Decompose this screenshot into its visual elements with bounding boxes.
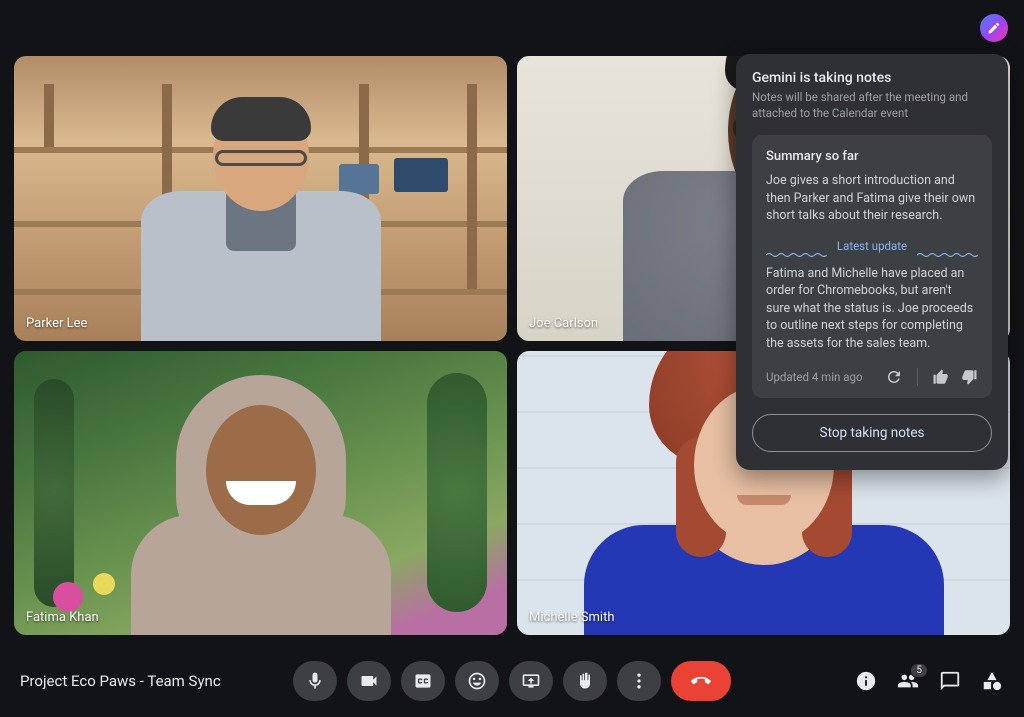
present-screen-icon	[521, 671, 541, 691]
participant-avatar	[141, 191, 381, 341]
info-icon	[855, 670, 877, 692]
present-button[interactable]	[509, 661, 553, 701]
thumbs-up-icon[interactable]	[932, 368, 950, 386]
notes-panel: Gemini is taking notes Notes will be sha…	[736, 54, 1008, 470]
people-count-badge: 5	[910, 663, 928, 678]
participant-avatar	[584, 525, 944, 635]
bottom-bar: Project Eco Paws - Team Sync	[0, 645, 1024, 717]
hang-up-button[interactable]	[671, 661, 731, 701]
chat-icon	[939, 670, 961, 692]
notes-panel-title: Gemini is taking notes	[752, 70, 992, 86]
participant-name: Fatima Khan	[26, 610, 99, 625]
emoji-icon	[467, 671, 487, 691]
divider-label: Latest update	[837, 239, 907, 253]
microphone-icon	[305, 671, 325, 691]
raise-hand-button[interactable]	[563, 661, 607, 701]
participant-tile[interactable]: Parker Lee	[14, 56, 507, 341]
stop-taking-notes-button[interactable]: Stop taking notes	[752, 414, 992, 452]
latest-update-divider: Latest update	[766, 239, 978, 253]
more-options-button[interactable]	[617, 661, 661, 701]
captions-icon	[413, 671, 433, 691]
notes-panel-subtitle: Notes will be shared after the meeting a…	[752, 90, 992, 121]
pencil-spark-icon	[987, 21, 1001, 35]
participant-name: Joe Carlson	[529, 316, 598, 331]
microphone-button[interactable]	[293, 661, 337, 701]
summary-body: Joe gives a short introduction and then …	[766, 172, 978, 225]
gemini-launcher-button[interactable]	[980, 14, 1008, 42]
summary-header: Summary so far	[766, 149, 978, 164]
updated-timestamp: Updated 4 min ago	[766, 370, 875, 384]
summary-card: Summary so far Joe gives a short introdu…	[752, 135, 992, 398]
shapes-icon	[981, 670, 1003, 692]
hand-icon	[575, 671, 595, 691]
camera-icon	[359, 671, 379, 691]
refresh-icon[interactable]	[885, 368, 903, 386]
more-vertical-icon	[629, 671, 649, 691]
meeting-info-button[interactable]	[854, 669, 878, 693]
reactions-button[interactable]	[455, 661, 499, 701]
participant-name: Michelle Smith	[529, 610, 615, 625]
chat-button[interactable]	[938, 669, 962, 693]
captions-button[interactable]	[401, 661, 445, 701]
update-body: Fatima and Michelle have placed an order…	[766, 265, 978, 353]
participant-tile[interactable]: Fatima Khan	[14, 351, 507, 636]
call-controls	[293, 661, 731, 701]
call-end-icon	[691, 671, 711, 691]
participant-avatar	[131, 515, 391, 635]
participant-name: Parker Lee	[26, 316, 87, 331]
right-controls: 5	[854, 669, 1004, 693]
activities-button[interactable]	[980, 669, 1004, 693]
camera-button[interactable]	[347, 661, 391, 701]
people-button[interactable]: 5	[896, 669, 920, 693]
thumbs-down-icon[interactable]	[960, 368, 978, 386]
meeting-title: Project Eco Paws - Team Sync	[20, 672, 221, 690]
